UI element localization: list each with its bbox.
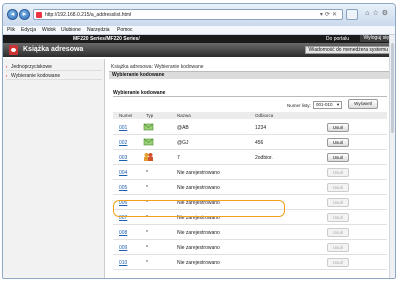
menu-file[interactable]: Plik [7, 27, 15, 33]
menu-tools[interactable]: Narzędzia [87, 27, 110, 33]
entry-number-link[interactable]: 002 [119, 140, 127, 146]
arrow-left-icon: ◂ [10, 11, 15, 18]
menu-edit[interactable]: Edycja [21, 27, 36, 33]
delete-button: Usuń [327, 168, 349, 177]
home-star-gear-icons[interactable]: ⌂☆⚙ [365, 9, 391, 17]
entry-name: Nie zarejestrowano [177, 260, 220, 266]
entry-number-link[interactable]: 003 [119, 155, 127, 161]
delete-button: Usuń [327, 198, 349, 207]
logout-button[interactable]: Wyloguj się [360, 35, 392, 42]
type-unregistered: * [146, 170, 148, 176]
menu-help[interactable]: Pomoc [117, 27, 133, 33]
delete-button: Usuń [327, 183, 349, 192]
title-header-bar: Książka adresowa Wiadomość do menedżera … [3, 43, 395, 57]
entry-destination: 1234 [255, 125, 267, 131]
address-book-icon [9, 45, 18, 55]
entry-destination: 2odbior. [255, 155, 273, 161]
page-title: Książka adresowa [23, 46, 84, 53]
email-icon [143, 123, 154, 131]
top-header-bar: MF220 Series/MF220 Series/ Do portalu Wy… [3, 35, 395, 43]
new-tab-button[interactable] [346, 9, 358, 20]
list-number-value: 001-010 [316, 102, 333, 107]
entry-name: Nie zarejestrowano [177, 170, 220, 176]
chevron-down-icon: ▼ [336, 102, 340, 107]
entry-number-link[interactable]: 001 [119, 125, 127, 131]
forward-button[interactable]: ▸ [19, 9, 30, 20]
sidebar-item-one-touch[interactable]: Jednoprzyciskowe [6, 63, 102, 71]
breadcrumb: Książka adresowa: Wybieranie kodowane [111, 64, 204, 70]
device-model: MF220 Series/MF220 Series/ [73, 36, 140, 42]
delete-button: Usuń [327, 258, 349, 267]
address-bar[interactable]: http://192.168.0.215/a_addresslist.html … [33, 9, 343, 20]
email-icon [143, 138, 154, 146]
table-row: 009 * Nie zarejestrowano Usuń [113, 240, 387, 255]
arrow-right-icon: ▸ [22, 11, 27, 18]
delete-button: Usuń [327, 243, 349, 252]
column-type: Typ [146, 113, 154, 118]
page-content: MF220 Series/MF220 Series/ Do portalu Wy… [3, 35, 395, 278]
back-button[interactable]: ◂ [7, 9, 18, 20]
menu-bar: Plik Edycja Widok Ulubione Narzędzia Pom… [3, 26, 395, 35]
table-row: 003 7 2odbior. Usuń [113, 150, 387, 165]
section-title: Wybieranie kodowane [109, 71, 391, 79]
entry-name: 7 [177, 155, 180, 161]
entry-number-link[interactable]: 010 [119, 260, 127, 266]
table-row: 008 * Nie zarejestrowano Usuń [113, 225, 387, 240]
delete-button[interactable]: Usuń [327, 153, 349, 162]
browser-window: ◂ ▸ http://192.168.0.215/a_addresslist.h… [2, 3, 396, 279]
list-number-select[interactable]: 001-010 ▼ [313, 101, 342, 109]
table-row: 005 * Nie zarejestrowano Usuń [113, 180, 387, 195]
favicon-icon [36, 12, 42, 18]
delete-button[interactable]: Usuń [327, 138, 349, 147]
entry-name: @GJ [177, 140, 189, 146]
entry-name: Nie zarejestrowano [177, 230, 220, 236]
url-text: http://192.168.0.215/a_addresslist.html [45, 12, 132, 18]
column-destination: Odbiorca [255, 113, 274, 118]
table-header: Numer Typ Nazwa Odbiorca [113, 112, 387, 119]
entry-name: @AB [177, 125, 189, 131]
sidebar-item-coded-dial[interactable]: Wybieranie kodowane [6, 72, 102, 80]
type-unregistered: * [146, 245, 148, 251]
highlight-frame [113, 200, 285, 217]
sidebar: Jednoprzyciskowe Wybieranie kodowane [3, 59, 105, 278]
subsection-title: Wybieranie kodowane [113, 90, 387, 97]
entry-number-link[interactable]: 004 [119, 170, 127, 176]
entry-number-link[interactable]: 009 [119, 245, 127, 251]
table-row: 001 @AB 1234 Usuń [113, 120, 387, 135]
column-name: Nazwa [177, 113, 191, 118]
type-unregistered: * [146, 230, 148, 236]
entry-number-link[interactable]: 005 [119, 185, 127, 191]
entry-name: Nie zarejestrowano [177, 245, 220, 251]
refresh-stop-icons[interactable]: ▾⟳✕ [320, 11, 339, 18]
delete-button[interactable]: Usuń [327, 123, 349, 132]
entry-name: Nie zarejestrowano [177, 185, 220, 191]
table-row: 010 * Nie zarejestrowano Usuń [113, 255, 387, 270]
column-number: Numer [119, 113, 133, 118]
type-unregistered: * [146, 185, 148, 191]
delete-button: Usuń [327, 213, 349, 222]
list-number-label: Numer listy: [287, 103, 311, 108]
portal-link[interactable]: Do portalu [326, 36, 349, 42]
delete-button: Usuń [327, 228, 349, 237]
show-button[interactable]: Wyświetl [348, 99, 378, 109]
menu-favorites[interactable]: Ulubione [61, 27, 81, 33]
entry-destination: 456 [255, 140, 264, 146]
browser-toolbar: ◂ ▸ http://192.168.0.215/a_addresslist.h… [3, 4, 395, 26]
menu-view[interactable]: Widok [42, 27, 56, 33]
group-icon [144, 153, 153, 161]
table-row: 004 * Nie zarejestrowano Usuń [113, 165, 387, 180]
type-unregistered: * [146, 260, 148, 266]
table-row: 002 @GJ 456 Usuń [113, 135, 387, 150]
vertical-scrollbar[interactable] [389, 35, 395, 278]
scroll-thumb[interactable] [391, 43, 394, 133]
entry-number-link[interactable]: 008 [119, 230, 127, 236]
message-to-admin-link[interactable]: Wiadomość do menedżera systemu [304, 46, 392, 54]
